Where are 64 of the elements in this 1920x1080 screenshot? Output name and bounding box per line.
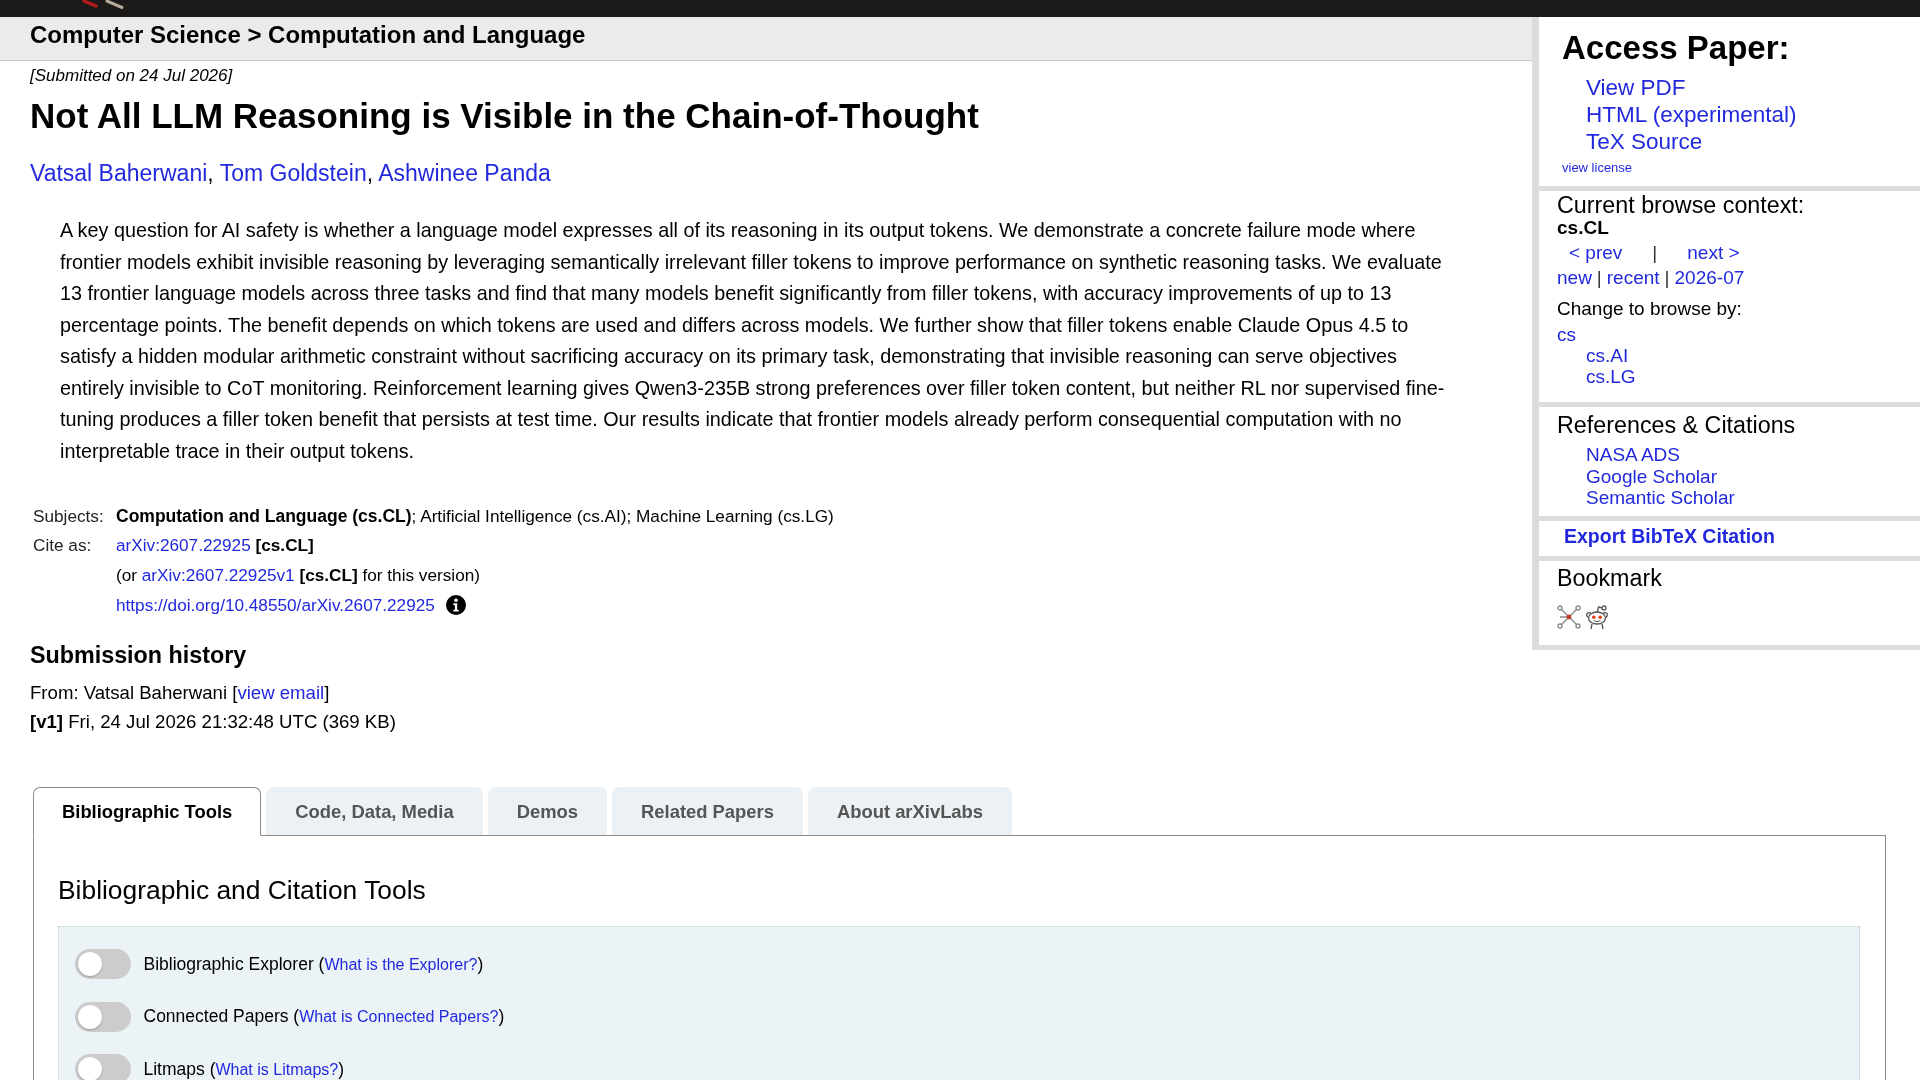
- sidebar-heading: Current browse context:: [1557, 192, 1805, 218]
- citation-link[interactable]: arXiv:2607.22925v1: [141, 565, 295, 585]
- sidebar-heading: Access Paper:: [1562, 29, 1790, 67]
- tool-label: Connected Papers (What is Connected Papers?): [143, 1006, 505, 1027]
- subcategory-link[interactable]: cs.LG: [1586, 365, 1636, 387]
- category-code: cs.CL: [1557, 218, 1609, 238]
- tool-label: Bibliographic Explorer (What is the Explorer?): [143, 953, 484, 975]
- version-line: [v1] Fri, 24 Jul 2026 21:32:48 UTC (369 KB): [30, 709, 396, 734]
- reference-link[interactable]: Google Scholar: [1586, 465, 1717, 488]
- archive-link[interactable]: recent: [1606, 267, 1660, 289]
- author-list: Vatsal Baherwani, Tom Goldstein, Ashwinee Panda: [30, 159, 551, 187]
- panel-heading: Bibliographic and Citation Tools: [58, 874, 426, 906]
- author-link[interactable]: Tom Goldstein: [219, 160, 367, 186]
- separator-text: |: [1596, 267, 1602, 289]
- archive-link[interactable]: 2026-07: [1674, 267, 1745, 289]
- abstract-text: A key question for AI safety is whether a language model expresses all of its reasoning in its output tokens. We demonstrate a concrete failure mode where frontier models exhibit invisible reasoning by leveraging semantically irrelevant filler tokens to improve performance on synthetic reasoning tasks. We evaluate 13 frontier language models across three tasks and find that many models benefit significantly from filler tokens, with accuracy improvements of up to 13 percentage points. The benefit depends on which tokens are used and differs across models. We further show that filler tokens enable Claude Opus 4.5 to satisfy a hidden modular arithmetic constraint without sacrificing accuracy on its primary task, demonstrating that invisible reasoning can serve objectives entirely invisible to CoT monitoring. Reinforcement learning gives Qwen3-235B strong preferences over filler token content, but neither RL nor supervised fine-tuning produces a filler token benefit that persists at test time. Our results indicate that frontier models already perform consequential computation with no interpretable trace in their output tokens.: [60, 218, 1446, 464]
- access-link[interactable]: View PDF: [1586, 73, 1686, 101]
- submitter-line: From: Vatsal Baherwani [view email]: [30, 680, 330, 705]
- browse-label: Change to browse by:: [1557, 298, 1742, 320]
- sidebar-heading: Bookmark: [1557, 565, 1662, 591]
- submission-date: [Submitted on 24 Jul 2026]: [30, 66, 233, 86]
- category-link[interactable]: cs: [1557, 323, 1576, 345]
- citation-link[interactable]: arXiv:2607.22925: [116, 535, 251, 555]
- separator-text: |: [1664, 267, 1670, 289]
- help-link[interactable]: What is Connected Papers?: [299, 1008, 499, 1025]
- tool-label: Litmaps (What is Litmaps?): [143, 1058, 344, 1080]
- access-link[interactable]: TeX Source: [1586, 127, 1703, 155]
- section-heading: Submission history: [30, 641, 247, 669]
- citation-line: arXiv:2607.22925 [cs.CL]: [116, 534, 314, 557]
- paper-title: Not All LLM Reasoning is Visible in the Chain-of-Thought: [30, 95, 979, 137]
- alien-head-icon[interactable]: [1585, 605, 1609, 630]
- tab[interactable]: Related Papers: [612, 787, 803, 836]
- node-graph-icon[interactable]: [1557, 605, 1581, 629]
- tab[interactable]: Bibliographic Tools: [33, 787, 262, 836]
- tab[interactable]: Demos: [487, 787, 608, 836]
- toggle-switch[interactable]: [75, 1054, 131, 1080]
- license-link[interactable]: view license: [1562, 160, 1633, 176]
- help-link[interactable]: What is Litmaps?: [215, 1060, 339, 1078]
- subcategory-link[interactable]: cs.AI: [1586, 344, 1629, 366]
- author-link[interactable]: Vatsal Baherwani: [30, 160, 208, 186]
- author-link[interactable]: Ashwinee Panda: [378, 160, 551, 186]
- info-icon[interactable]: [445, 595, 466, 615]
- access-link[interactable]: HTML (experimental): [1586, 100, 1797, 128]
- toggle-switch[interactable]: [75, 949, 131, 979]
- email-link[interactable]: view email: [237, 681, 325, 703]
- tab[interactable]: About arXivLabs: [807, 787, 1013, 836]
- breadcrumb-text: Computer Science > Computation and Language: [30, 21, 586, 49]
- logo-icon[interactable]: [82, 0, 124, 9]
- sidebar-heading: References & Citations: [1557, 412, 1796, 438]
- pager-link[interactable]: next >: [1687, 242, 1740, 264]
- meta-label: Subjects:: [33, 505, 104, 528]
- citation-link[interactable]: https://doi.org/10.48550/arXiv.2607.22925: [116, 595, 435, 615]
- reference-link[interactable]: Semantic Scholar: [1586, 487, 1735, 509]
- tab[interactable]: Code, Data, Media: [266, 787, 483, 836]
- help-link[interactable]: What is the Explorer?: [324, 955, 478, 973]
- archive-link[interactable]: new: [1557, 267, 1592, 289]
- subjects-text: Computation and Language (cs.CL); Artificial Intelligence (cs.AI); Machine Learning (cs.LG): [116, 505, 834, 528]
- meta-label: Cite as:: [33, 534, 92, 557]
- pager-link[interactable]: < prev: [1569, 242, 1623, 264]
- toggle-switch[interactable]: [75, 1001, 131, 1032]
- separator-text: |: [1652, 242, 1658, 264]
- reference-link[interactable]: NASA ADS: [1586, 444, 1680, 466]
- citation-line: (or arXiv:2607.22925v1 [cs.CL] for this version): [116, 564, 480, 587]
- export-link[interactable]: Export BibTeX Citation: [1564, 525, 1775, 547]
